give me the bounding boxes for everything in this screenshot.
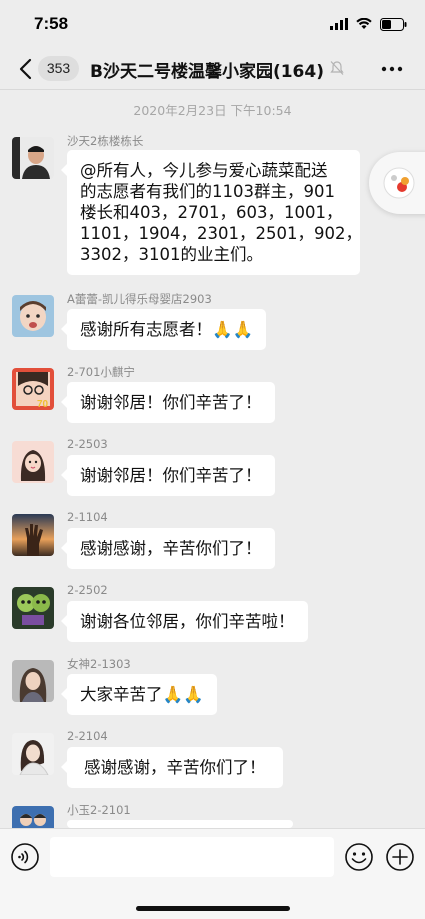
avatar-cartoon-girl-icon[interactable] xyxy=(12,441,54,483)
sender-name: A蕾蕾-凯儿得乐母婴店2903 xyxy=(67,292,212,306)
avatar-plants-icon[interactable] xyxy=(12,587,54,629)
mini-program-icon xyxy=(383,167,415,199)
avatar-man-icon[interactable] xyxy=(12,137,54,179)
message-text: 的志愿者有我们的1103群主，901 xyxy=(80,182,335,201)
avatar-woman-white-icon[interactable] xyxy=(12,733,54,775)
message-bubble[interactable]: 谢谢邻居！你们辛苦了！ xyxy=(61,455,275,496)
message-text: 楼长和403，2701，603，1001， xyxy=(80,203,343,222)
home-indicator xyxy=(136,906,290,911)
sender-name: 2-2503 xyxy=(67,437,108,451)
back-icon[interactable] xyxy=(16,56,38,82)
chat-title: B沙天二号楼温馨小家园(164) xyxy=(90,62,324,82)
floating-window[interactable] xyxy=(369,152,425,214)
more-icon[interactable] xyxy=(381,58,403,80)
message-bubble[interactable]: 谢谢各位邻居，你们辛苦啦！ xyxy=(61,601,308,642)
avatar-woman-icon[interactable] xyxy=(12,660,54,702)
sender-name: 小玉2-2101 xyxy=(67,803,131,817)
chat-header: 353 B沙天二号楼温馨小家园(164) xyxy=(0,48,425,90)
status-time: 7:58 xyxy=(34,14,69,33)
sender-name: 2-2502 xyxy=(67,583,108,597)
avatar-girl-glasses-icon[interactable]: 70 xyxy=(12,368,54,410)
sender-name: 2-2104 xyxy=(67,729,108,743)
sender-name: 女神2-1303 xyxy=(67,657,131,671)
chat-timestamp: 2020年2月23日 下午10:54 xyxy=(133,103,292,118)
message-bubble[interactable]: @所有人，今儿参与爱心蔬菜配送 的志愿者有我们的1103群主，901 楼长和40… xyxy=(61,150,362,275)
sender-name: 2-701小麒宁 xyxy=(67,365,135,379)
message-input[interactable] xyxy=(50,837,334,877)
message-bubble[interactable]: 感谢所有志愿者！🙏🙏 xyxy=(60,309,267,350)
unread-count-badge[interactable]: 353 xyxy=(38,56,79,81)
message-bubble[interactable] xyxy=(61,820,293,846)
message-bubble[interactable]: 感谢感谢，辛苦你们了！ xyxy=(61,528,275,569)
avatar-baby-icon[interactable] xyxy=(12,295,54,337)
svg-text:70: 70 xyxy=(37,399,49,410)
sender-name: 2-1104 xyxy=(67,510,108,524)
status-bar: 7:58 xyxy=(0,0,425,48)
wifi-icon xyxy=(356,18,372,29)
status-icons xyxy=(330,16,407,32)
message-text: 3302，3101的业主们。 xyxy=(80,245,263,264)
avatar-couple-icon[interactable] xyxy=(12,806,54,828)
emoji-icon[interactable] xyxy=(344,842,374,872)
message-bubble[interactable]: 感谢感谢，辛苦你们了！ xyxy=(61,747,283,788)
message-bubble[interactable]: 谢谢邻居！你们辛苦了！ xyxy=(61,382,275,423)
battery-icon xyxy=(380,17,407,31)
plus-icon[interactable] xyxy=(385,842,415,872)
sender-name: 沙天2栋楼栋长 xyxy=(67,134,144,148)
mute-bell-icon xyxy=(330,61,344,75)
avatar-hand-sunset-icon[interactable] xyxy=(12,514,54,556)
signal-icon xyxy=(330,18,348,30)
voice-icon[interactable] xyxy=(10,842,40,872)
message-text: @所有人，今儿参与爱心蔬菜配送 xyxy=(80,161,328,180)
input-bar xyxy=(0,828,425,919)
message-text: 1101，1904，2301，2501，902， xyxy=(80,224,362,243)
message-bubble[interactable]: 大家辛苦了🙏🙏 xyxy=(61,674,217,715)
